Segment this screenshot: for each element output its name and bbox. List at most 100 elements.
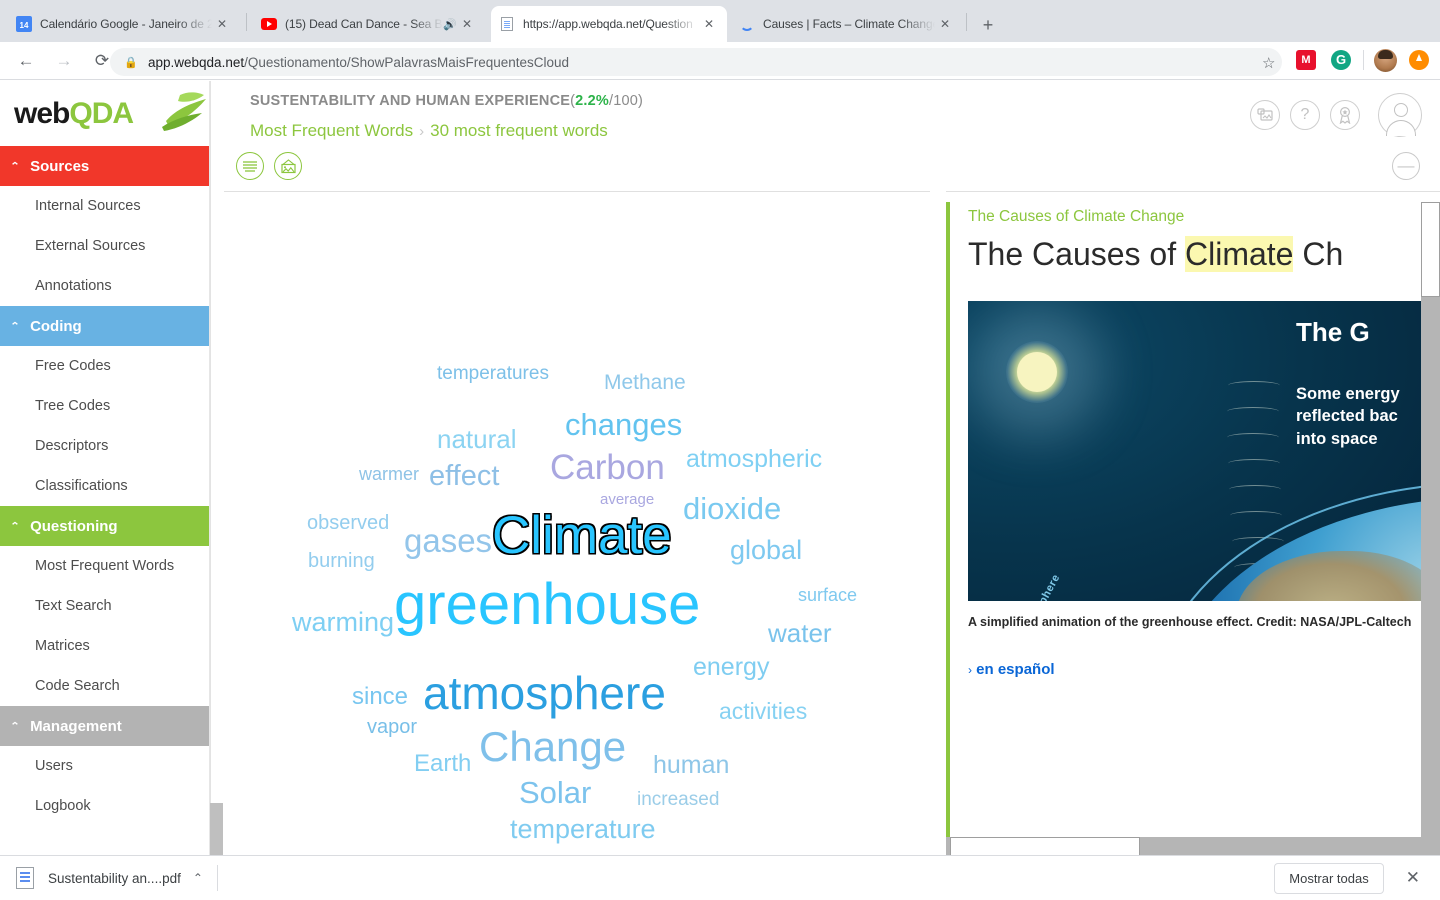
word-cloud-term[interactable]: Change <box>479 726 626 768</box>
word-cloud-term[interactable]: global <box>730 537 802 564</box>
sidebar-scrollbar-track[interactable] <box>210 81 223 855</box>
project-name: SUSTENTABILITY AND HUMAN EXPERIENCE <box>250 93 571 109</box>
word-cloud-term[interactable]: average <box>600 492 654 507</box>
sidebar-item-logbook[interactable]: Logbook <box>0 786 209 826</box>
show-all-downloads-button[interactable]: Mostrar todas <box>1274 862 1384 894</box>
sidebar-section-sources[interactable]: ⌃ Sources <box>0 146 209 186</box>
tab-audio-icon[interactable]: 🔊 <box>443 18 457 31</box>
word-cloud-term[interactable]: observed <box>307 513 389 533</box>
list-view-icon[interactable] <box>236 152 264 180</box>
extension-icon-1[interactable]: M <box>1296 50 1316 70</box>
word-cloud-term[interactable]: increased <box>637 790 719 809</box>
extension-icon-2[interactable]: G <box>1331 50 1351 70</box>
sidebar-item-internal-sources[interactable]: Internal Sources <box>0 186 209 226</box>
download-item[interactable]: Sustentability an....pdf ⌃ <box>16 867 203 889</box>
word-cloud-term[interactable]: since <box>352 685 408 709</box>
new-tab-button[interactable]: + <box>974 12 1002 40</box>
word-cloud-term[interactable]: energy <box>693 655 769 680</box>
browser-tab-3[interactable]: Causes | Facts – Climate Change ✕ <box>731 6 963 42</box>
webqda-app: webQDA ⌃ Sources Internal Sources Extern… <box>0 81 1440 856</box>
word-cloud-term[interactable]: Carbon <box>550 450 665 485</box>
sidebar-section-questioning[interactable]: ⌃ Questioning <box>0 506 209 546</box>
breadcrumb-parent[interactable]: Most Frequent Words <box>250 121 413 140</box>
word-cloud-term[interactable]: greenhouse <box>394 576 700 634</box>
browser-tab-2-active[interactable]: https://app.webqda.net/Question ✕ <box>491 6 727 42</box>
tab-close-icon[interactable]: ✕ <box>699 14 719 34</box>
sidebar-scrollbar-thumb[interactable] <box>210 803 223 855</box>
minimize-icon[interactable]: — <box>1392 152 1420 180</box>
nav-label: Annotations <box>35 278 112 294</box>
source-vertical-scrollbar-thumb[interactable] <box>1421 202 1440 297</box>
word-cloud-term[interactable]: Solar <box>519 777 591 808</box>
source-vertical-scrollbar-track[interactable] <box>1421 202 1440 837</box>
browser-tab-1[interactable]: (15) Dead Can Dance - Sea B 🔊 ✕ <box>253 6 485 42</box>
word-cloud-term[interactable]: dioxide <box>683 493 781 524</box>
project-title: SUSTENTABILITY AND HUMAN EXPERIENCE(2.2%… <box>250 93 643 109</box>
sidebar-item-matrices[interactable]: Matrices <box>0 626 209 666</box>
word-cloud-term[interactable]: Climate <box>492 509 672 562</box>
nav-label: Tree Codes <box>35 398 111 414</box>
sidebar-section-coding[interactable]: ⌃ Coding <box>0 306 209 346</box>
webqda-logo[interactable]: webQDA <box>0 81 209 146</box>
download-bar-actions: Mostrar todas ✕ <box>1274 862 1426 894</box>
sidebar-section-management[interactable]: ⌃ Management <box>0 706 209 746</box>
image-view-icon[interactable] <box>274 152 302 180</box>
help-icon[interactable]: ? <box>1290 100 1320 130</box>
spanish-link[interactable]: › en español <box>968 661 1421 678</box>
award-icon[interactable] <box>1330 100 1360 130</box>
back-icon[interactable]: ← <box>10 45 42 77</box>
gallery-icon[interactable] <box>1250 100 1280 130</box>
tab-close-icon[interactable]: ✕ <box>212 14 232 34</box>
profile-avatar-icon[interactable] <box>1374 49 1397 72</box>
address-bar[interactable]: 🔒 app.webqda.net/Questionamento/ShowPala… <box>110 48 1282 76</box>
word-cloud-term[interactable]: human <box>653 753 729 778</box>
sidebar-item-code-search[interactable]: Code Search <box>0 666 209 706</box>
word-cloud-term[interactable]: atmosphere <box>423 670 666 716</box>
sidebar-item-most-frequent-words[interactable]: Most Frequent Words <box>0 546 209 586</box>
source-heading: The Causes of Climate Ch <box>968 236 1421 273</box>
sidebar-item-classifications[interactable]: Classifications <box>0 466 209 506</box>
extension-icon-3[interactable] <box>1409 50 1429 70</box>
user-avatar-icon[interactable] <box>1378 93 1422 137</box>
word-cloud-term[interactable]: temperature <box>510 816 656 843</box>
close-download-bar-icon[interactable]: ✕ <box>1400 868 1426 888</box>
word-cloud-scrollbar[interactable] <box>914 202 928 842</box>
sidebar-item-free-codes[interactable]: Free Codes <box>0 346 209 386</box>
word-cloud-term[interactable]: effect <box>429 462 499 491</box>
tab-divider <box>966 13 967 31</box>
word-cloud[interactable]: temperatures Methane changes natural warmer e… <box>224 202 914 843</box>
sidebar-item-external-sources[interactable]: External Sources <box>0 226 209 266</box>
word-cloud-term[interactable]: Earth <box>414 752 471 776</box>
word-cloud-term[interactable]: temperatures <box>437 364 549 383</box>
loading-spinner-icon <box>739 16 755 32</box>
source-preview-panel: — The Causes of Climate Change The Cause… <box>946 147 1440 856</box>
word-cloud-term[interactable]: warmer <box>359 465 419 483</box>
sidebar-item-annotations[interactable]: Annotations <box>0 266 209 306</box>
sidebar-item-text-search[interactable]: Text Search <box>0 586 209 626</box>
source-horizontal-scrollbar-thumb[interactable] <box>950 837 1140 856</box>
bookmark-star-icon[interactable]: ☆ <box>1262 54 1275 72</box>
word-cloud-term[interactable]: Methane <box>604 372 686 393</box>
sidebar-item-descriptors[interactable]: Descriptors <box>0 426 209 466</box>
tab-close-icon[interactable]: ✕ <box>457 14 477 34</box>
word-cloud-term[interactable]: gases <box>404 524 492 557</box>
nav-label: Classifications <box>35 478 128 494</box>
word-cloud-term[interactable]: atmospheric <box>686 447 822 472</box>
word-cloud-term[interactable]: burning <box>308 551 375 571</box>
browser-tab-0[interactable]: 14 Calendário Google - Janeiro de 2 ✕ <box>8 6 240 42</box>
word-cloud-term[interactable]: activities <box>719 700 807 723</box>
forward-icon[interactable]: → <box>48 45 80 77</box>
word-cloud-term[interactable]: warming <box>292 609 394 636</box>
nav-label: Free Codes <box>35 358 111 374</box>
sidebar-item-tree-codes[interactable]: Tree Codes <box>0 386 209 426</box>
word-cloud-term[interactable]: water <box>768 620 832 646</box>
image-caption: A simplified animation of the greenhouse… <box>968 615 1412 629</box>
sidebar-item-users[interactable]: Users <box>0 746 209 786</box>
word-cloud-term[interactable]: surface <box>798 586 857 604</box>
word-cloud-term[interactable]: vapor <box>367 717 417 737</box>
tab-close-icon[interactable]: ✕ <box>935 14 955 34</box>
word-cloud-term[interactable]: changes <box>565 409 682 440</box>
word-cloud-term[interactable]: natural <box>437 426 517 452</box>
chevron-up-icon[interactable]: ⌃ <box>193 871 203 885</box>
atmosphere-label: Atmosphere <box>1019 572 1062 601</box>
